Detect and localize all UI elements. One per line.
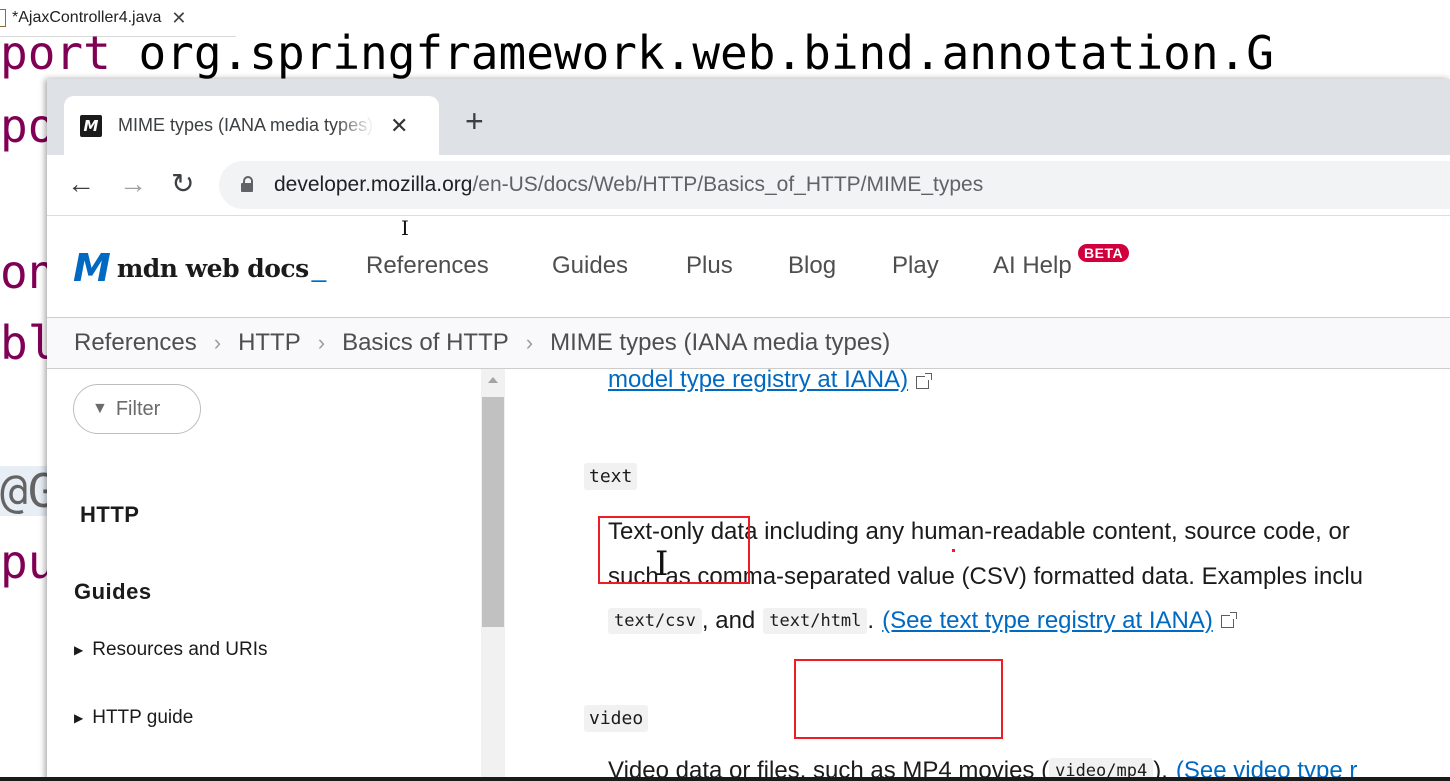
sidebar-scrollbar[interactable] (481, 369, 505, 781)
model-registry-link-text[interactable]: model type registry at IANA) (608, 366, 908, 393)
code-import-line[interactable]: port org.springframework.web.bind.annota… (0, 28, 1274, 78)
breadcrumb-chevron-icon: › (525, 330, 534, 355)
new-tab-button[interactable]: + (465, 103, 484, 140)
sidebar-heading-http[interactable]: HTTP (80, 502, 139, 528)
nav-plus[interactable]: Plus (686, 252, 733, 280)
breadcrumb-mime-types[interactable]: MIME types (IANA media types) (550, 329, 890, 357)
browser-toolbar: ← → ↻ developer.mozilla.org/en-US/docs/W… (47, 155, 1450, 216)
nav-play[interactable]: Play (892, 252, 939, 280)
breadcrumb: References › HTTP › Basics of HTTP › MIM… (47, 318, 1450, 369)
scrollbar-thumb[interactable] (482, 397, 504, 627)
annotation-highlight-box (598, 516, 750, 584)
annotation-highlight-box (794, 659, 1003, 739)
main-content: model type registry at IANA) text Text-o… (505, 366, 1450, 781)
expand-triangle-icon: ▶ (74, 711, 84, 725)
lock-icon[interactable] (241, 176, 253, 192)
code-import-keyword: port (0, 26, 111, 80)
sidebar-item-label: Resources and URIs (92, 639, 268, 660)
annotation-dot (952, 549, 955, 552)
mdn-logo-text: mdn web docs (116, 253, 309, 283)
model-registry-link[interactable]: model type registry at IANA) (608, 366, 933, 394)
code-import-rest: org.springframework.web.bind.annotation.… (110, 26, 1274, 80)
sidebar-heading-guides: Guides (74, 579, 152, 604)
text-cursor-icon: I (655, 544, 669, 584)
breadcrumb-basics-of-http[interactable]: Basics of HTTP (342, 329, 509, 357)
text-description-examples: text/csv , and text/html . (See text typ… (608, 607, 1237, 635)
code-text-html: text/html (763, 608, 868, 634)
term-text: text (584, 463, 638, 490)
browser-tab-active[interactable]: M MIME types (IANA media types) ✕ (64, 96, 439, 155)
nav-blog[interactable]: Blog (788, 252, 836, 280)
term-video: video (584, 705, 649, 732)
mdn-logo[interactable]: M mdn web docs _ (73, 249, 326, 287)
external-link-icon (916, 373, 933, 390)
examples-separator: , and (701, 607, 756, 634)
back-button[interactable]: ← (67, 169, 95, 199)
sidebar-item-resources-and-uris[interactable]: ▶ Resources and URIs (74, 639, 268, 661)
sidebar-filter-input[interactable]: ▼ Filter (73, 384, 201, 434)
expand-triangle-icon: ▶ (74, 643, 84, 657)
nav-ai-help[interactable]: AI Help (993, 252, 1072, 280)
taskbar-edge (0, 777, 1450, 781)
sidebar: ▼ Filter HTTP Guides ▶ Resources and URI… (47, 369, 481, 781)
breadcrumb-references[interactable]: References (74, 329, 197, 357)
nav-guides[interactable]: Guides (552, 252, 628, 280)
reload-button[interactable]: ↻ (171, 169, 194, 199)
examples-period: . (867, 607, 875, 634)
browser-window: M MIME types (IANA media types) ✕ + ← → … (47, 79, 1450, 781)
sidebar-item-http-guide[interactable]: ▶ HTTP guide (74, 707, 193, 729)
breadcrumb-chevron-icon: › (213, 330, 222, 355)
beta-badge: BETA (1078, 244, 1130, 262)
editor-tab-label: *AjaxController4.java (12, 9, 162, 26)
scroll-up-arrow-icon[interactable] (488, 377, 498, 383)
breadcrumb-http[interactable]: HTTP (238, 329, 301, 357)
url-host: developer.mozilla.org (274, 173, 473, 196)
mdn-logo-mark-icon: M (73, 246, 111, 290)
forward-button[interactable]: → (119, 169, 147, 199)
nav-references[interactable]: References (366, 252, 489, 280)
browser-tabstrip: M MIME types (IANA media types) ✕ + (47, 79, 1450, 155)
text-registry-link[interactable]: (See text type registry at IANA) (882, 607, 1213, 635)
tab-close-icon[interactable]: ✕ (390, 113, 408, 139)
address-bar[interactable]: developer.mozilla.org/en-US/docs/Web/HTT… (219, 161, 1450, 209)
code-text-csv: text/csv (608, 608, 702, 634)
external-link-icon (1220, 611, 1237, 628)
breadcrumb-chevron-icon: › (317, 330, 326, 355)
filter-icon: ▼ (92, 400, 108, 417)
mdn-favicon-icon: M (80, 114, 102, 137)
url-text[interactable]: developer.mozilla.org/en-US/docs/Web/HTT… (274, 173, 983, 197)
java-file-icon (0, 9, 6, 27)
mdn-logo-underscore: _ (311, 252, 327, 283)
mdn-header: M mdn web docs _ References Guides Plus … (47, 216, 1450, 318)
url-path: /en-US/docs/Web/HTTP/Basics_of_HTTP/MIME… (472, 173, 984, 196)
filter-placeholder: Filter (115, 397, 161, 420)
sidebar-item-label: HTTP guide (92, 707, 194, 728)
browser-tab-title: MIME types (IANA media types) (118, 115, 374, 135)
text-cursor-icon: I (401, 216, 409, 240)
